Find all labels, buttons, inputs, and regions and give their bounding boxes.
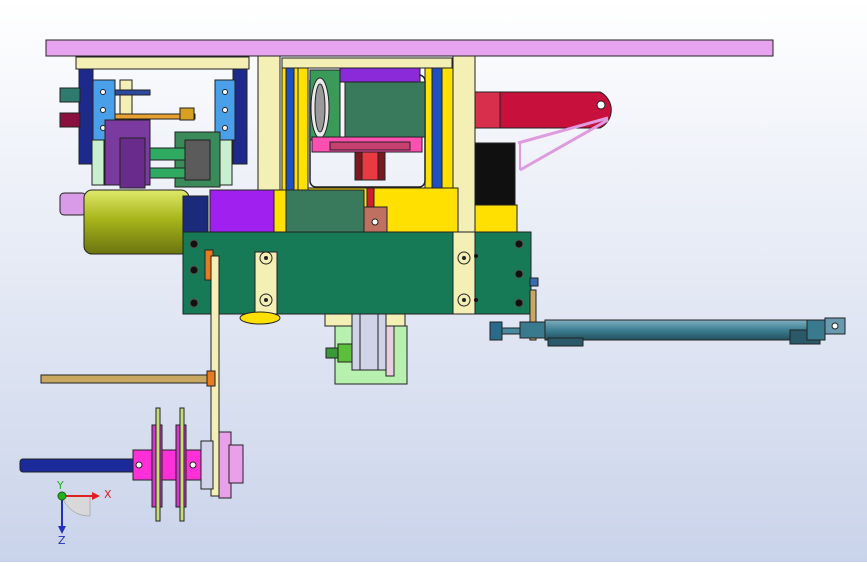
right-bracket	[474, 204, 518, 234]
assembly-drawing: X Y Z	[0, 0, 867, 562]
lower-cylinder-block[interactable]	[324, 313, 408, 385]
upper-rod[interactable]	[40, 374, 212, 384]
y-axis-marker	[57, 491, 67, 501]
cad-viewport[interactable]: X Y Z	[0, 0, 867, 562]
y-axis-label: Y	[56, 479, 64, 492]
rod-collar	[206, 370, 216, 387]
main-green-plate[interactable]	[182, 231, 532, 325]
z-axis-label: Z	[58, 534, 66, 547]
top-plate[interactable]	[45, 39, 774, 57]
right-motor[interactable]	[474, 142, 516, 206]
x-axis-label: X	[104, 488, 112, 501]
